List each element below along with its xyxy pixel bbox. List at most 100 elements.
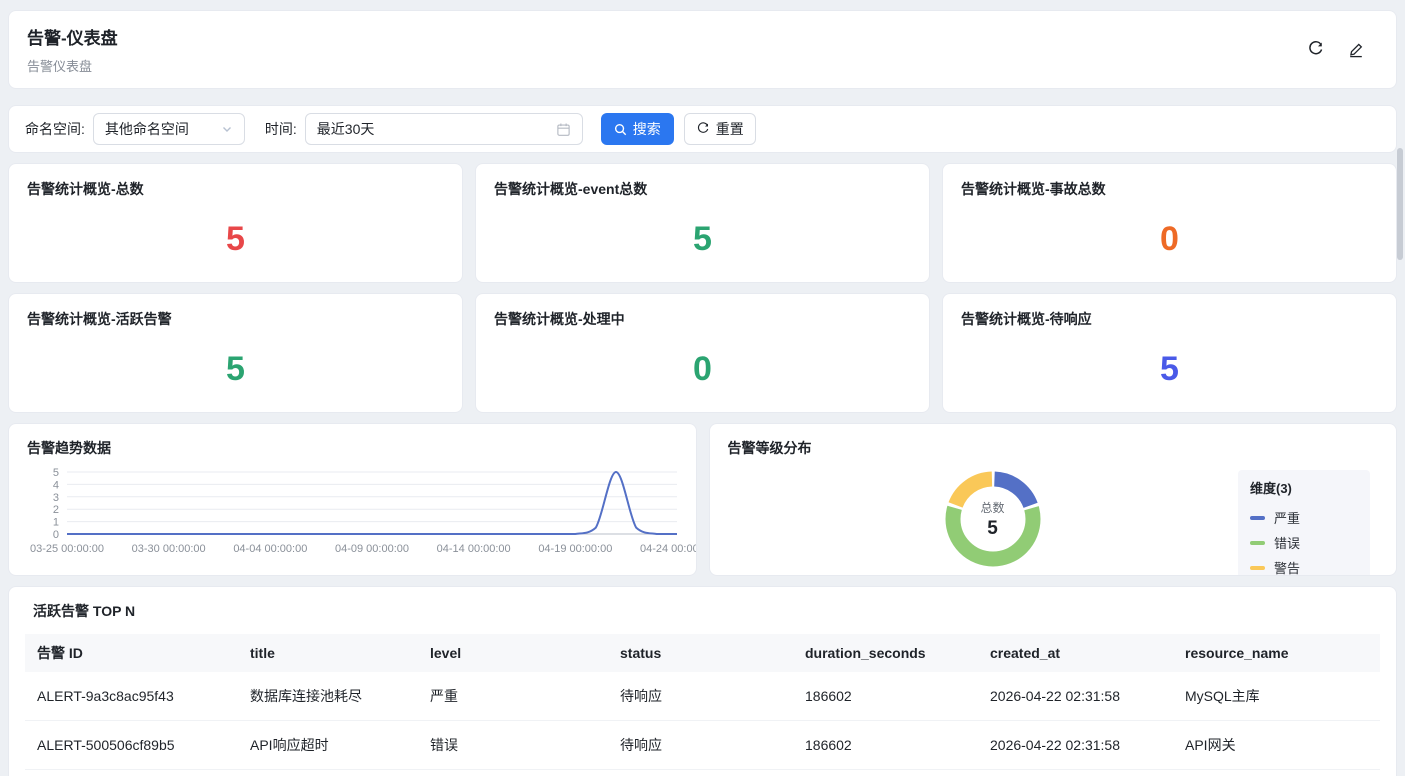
filter-bar: 命名空间: 其他命名空间 时间: 最近30天 搜索 重置	[8, 105, 1397, 153]
cell-resource-name: MySQL主库	[1173, 672, 1380, 721]
cell-created-at: 2026-04-22 02:31:58	[978, 769, 1173, 776]
stat-card-event-total: 告警统计概览-event总数 5	[475, 163, 930, 283]
cell-alert-id: ALERT-500506cf89b5	[25, 720, 238, 770]
alert-dashboard-page: 告警-仪表盘 告警仪表盘 命名空间: 其他命名空间 时间: 最近30天 搜索 重…	[0, 0, 1405, 776]
page-header: 告警-仪表盘 告警仪表盘	[8, 10, 1397, 89]
page-subtitle: 告警仪表盘	[27, 59, 93, 74]
search-icon	[614, 123, 626, 135]
search-button[interactable]: 搜索	[600, 113, 674, 145]
reset-button-label: 重置	[715, 121, 744, 137]
stat-card-value: 0	[1160, 219, 1179, 258]
level-distribution-card: 告警等级分布 总数 5 维度(3) 严重 错误 警告	[708, 423, 1397, 576]
active-alerts-table: 告警 ID title level status duration_second…	[25, 634, 1380, 776]
svg-text:03-25 00:00:00: 03-25 00:00:00	[30, 543, 104, 555]
stat-card-in-progress: 告警统计概览-处理中 0	[475, 293, 930, 413]
legend-label: 警告	[1274, 561, 1301, 576]
cell-level: 错误	[418, 720, 608, 770]
cell-title: API响应超时	[238, 720, 418, 770]
table-row: ALERT-8c1e0e79873b 磁盘空间不足 严重 待响应 186602 …	[25, 769, 1380, 776]
cell-duration: 186602	[793, 672, 978, 721]
scrollbar[interactable]	[1397, 148, 1403, 260]
legend-item-critical[interactable]: 严重	[1250, 505, 1358, 530]
page-title: 告警-仪表盘	[27, 29, 118, 48]
stat-card-value: 5	[226, 349, 245, 388]
cell-alert-id: ALERT-9a3c8ac95f43	[25, 672, 238, 721]
stat-card-value: 5	[693, 219, 712, 258]
legend-marker	[1250, 540, 1265, 545]
reset-icon	[697, 122, 709, 133]
stat-cards-grid: 告警统计概览-总数 5 告警统计概览-event总数 5 告警统计概览-事故总数…	[8, 163, 1397, 413]
namespace-select-value: 其他命名空间	[104, 121, 189, 137]
svg-text:03-30 00:00:00: 03-30 00:00:00	[132, 543, 206, 555]
namespace-label: 命名空间:	[25, 121, 85, 137]
legend-marker	[1250, 565, 1265, 570]
stat-card-value: 0	[693, 349, 712, 388]
active-alerts-card: 活跃告警 TOP N 告警 ID title level status dura…	[8, 586, 1397, 776]
cell-created-at: 2026-04-22 02:31:58	[978, 672, 1173, 721]
donut-legend: 维度(3) 严重 错误 警告	[1238, 470, 1370, 576]
column-header-alert-id: 告警 ID	[25, 634, 238, 672]
cell-level: 严重	[418, 672, 608, 721]
stat-card-value: 5	[1160, 349, 1179, 388]
trend-chart-card: 告警趋势数据 0 1 2 3 4 5 03-25 00:00:00 03-30 00:00:0…	[8, 423, 697, 576]
svg-text:1: 1	[53, 517, 59, 529]
level-distribution-title: 告警等级分布	[727, 440, 812, 456]
legend-item-warning[interactable]: 警告	[1250, 555, 1358, 576]
column-header-level: level	[418, 634, 608, 672]
stat-card-title: 告警统计概览-事故总数	[961, 181, 1106, 197]
edit-icon[interactable]	[1348, 42, 1364, 58]
column-header-resource-name: resource_name	[1173, 634, 1380, 672]
column-header-title: title	[238, 634, 418, 672]
svg-text:2: 2	[53, 504, 59, 516]
svg-text:04-24 00:00:00: 04-24 00:00:00	[640, 543, 697, 555]
stat-card-total: 告警统计概览-总数 5	[8, 163, 463, 283]
cell-status: 待响应	[608, 769, 793, 776]
cell-level: 严重	[418, 769, 608, 776]
column-header-duration: duration_seconds	[793, 634, 978, 672]
svg-text:04-19 00:00:00: 04-19 00:00:00	[538, 543, 612, 555]
header-actions	[1307, 41, 1378, 58]
cell-title: 数据库连接池耗尽	[238, 672, 418, 721]
namespace-select[interactable]: 其他命名空间	[92, 113, 245, 145]
table-header-row: 告警 ID title level status duration_second…	[25, 634, 1380, 672]
column-header-created-at: created_at	[978, 634, 1173, 672]
svg-text:04-14 00:00:00: 04-14 00:00:00	[437, 543, 511, 555]
stat-card-incident-total: 告警统计概览-事故总数 0	[942, 163, 1397, 283]
cell-resource-name: 文件存储服务器	[1173, 769, 1380, 776]
time-range-input[interactable]: 最近30天	[304, 113, 583, 145]
svg-text:04-09 00:00:00: 04-09 00:00:00	[335, 543, 409, 555]
stat-card-active-alerts: 告警统计概览-活跃告警 5	[8, 293, 463, 413]
stat-card-title: 告警统计概览-活跃告警	[27, 311, 172, 327]
time-range-value: 最近30天	[316, 121, 375, 137]
stat-card-value: 5	[226, 219, 245, 258]
table-row: ALERT-500506cf89b5 API响应超时 错误 待响应 186602…	[25, 720, 1380, 770]
legend-marker	[1250, 515, 1265, 520]
svg-text:0: 0	[53, 529, 59, 541]
stat-card-title: 告警统计概览-处理中	[494, 311, 625, 327]
chevron-down-icon	[222, 127, 231, 132]
cell-created-at: 2026-04-22 02:31:58	[978, 720, 1173, 770]
reset-button[interactable]: 重置	[683, 113, 756, 145]
level-donut-chart: 总数 5	[938, 464, 1048, 574]
stat-card-pending-response: 告警统计概览-待响应 5	[942, 293, 1397, 413]
cell-alert-id: ALERT-8c1e0e79873b	[25, 769, 238, 776]
time-label: 时间:	[264, 121, 297, 137]
cell-status: 待响应	[608, 720, 793, 770]
cell-title: 磁盘空间不足	[238, 769, 418, 776]
svg-text:5: 5	[53, 467, 59, 479]
refresh-icon[interactable]	[1307, 41, 1324, 58]
stat-card-title: 告警统计概览-event总数	[494, 181, 648, 197]
svg-text:04-04 00:00:00: 04-04 00:00:00	[233, 543, 307, 555]
svg-text:3: 3	[53, 492, 59, 504]
legend-item-error[interactable]: 错误	[1250, 530, 1358, 555]
active-alerts-title: 活跃告警 TOP N	[33, 603, 136, 619]
charts-row: 告警趋势数据 0 1 2 3 4 5 03-25 00:00:00 03-30 00:00:0…	[8, 423, 1397, 576]
trend-chart-title: 告警趋势数据	[27, 440, 111, 456]
cell-resource-name: API网关	[1173, 720, 1380, 770]
svg-text:4: 4	[53, 479, 59, 491]
cell-duration: 186602	[793, 769, 978, 776]
stat-card-title: 告警统计概览-总数	[27, 181, 144, 197]
stat-card-title: 告警统计概览-待响应	[961, 311, 1092, 327]
search-button-label: 搜索	[632, 121, 661, 137]
header-titles: 告警-仪表盘 告警仪表盘	[27, 24, 118, 75]
